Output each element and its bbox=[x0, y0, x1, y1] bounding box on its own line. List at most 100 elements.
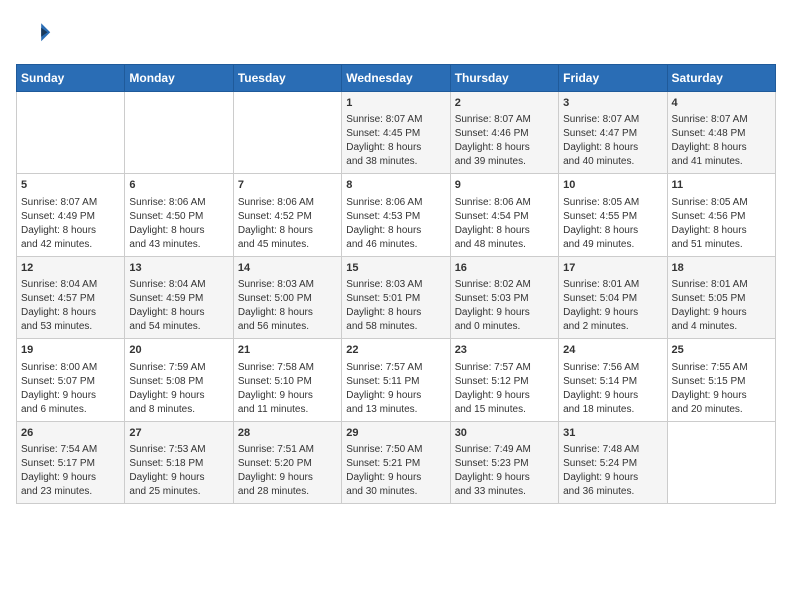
calendar-cell: 6Sunrise: 8:06 AMSunset: 4:50 PMDaylight… bbox=[125, 174, 233, 256]
day-number: 26 bbox=[21, 426, 120, 441]
day-info-line: and 33 minutes. bbox=[455, 486, 526, 497]
day-info-line: Sunrise: 8:05 AM bbox=[672, 197, 748, 208]
weekday-header-friday: Friday bbox=[559, 65, 667, 92]
day-info-line: and 45 minutes. bbox=[238, 239, 309, 250]
day-info-line: and 11 minutes. bbox=[238, 404, 308, 415]
day-info-line: and 56 minutes. bbox=[238, 321, 309, 332]
day-info-line: Daylight: 8 hours bbox=[455, 142, 530, 153]
day-info-line: and 13 minutes. bbox=[346, 404, 417, 415]
day-info-line: Sunset: 5:12 PM bbox=[455, 376, 529, 387]
day-info-line: Daylight: 8 hours bbox=[455, 225, 530, 236]
day-info-line: and 49 minutes. bbox=[563, 239, 634, 250]
day-info-line: Sunrise: 8:04 AM bbox=[21, 279, 97, 290]
weekday-header-monday: Monday bbox=[125, 65, 233, 92]
calendar-cell: 12Sunrise: 8:04 AMSunset: 4:57 PMDayligh… bbox=[17, 256, 125, 338]
calendar-cell: 28Sunrise: 7:51 AMSunset: 5:20 PMDayligh… bbox=[233, 421, 341, 503]
day-info-line: Daylight: 8 hours bbox=[672, 225, 747, 236]
calendar-cell: 27Sunrise: 7:53 AMSunset: 5:18 PMDayligh… bbox=[125, 421, 233, 503]
day-info-line: Sunset: 4:46 PM bbox=[455, 128, 529, 139]
day-info-line: Daylight: 9 hours bbox=[238, 472, 313, 483]
day-info-line: Sunset: 4:47 PM bbox=[563, 128, 637, 139]
day-info-line: Daylight: 8 hours bbox=[21, 225, 96, 236]
day-info-line: Sunset: 5:20 PM bbox=[238, 458, 312, 469]
day-info-line: Sunrise: 7:55 AM bbox=[672, 362, 748, 373]
day-info-line: Sunrise: 8:05 AM bbox=[563, 197, 639, 208]
calendar-cell: 23Sunrise: 7:57 AMSunset: 5:12 PMDayligh… bbox=[450, 339, 558, 421]
day-info-line: Daylight: 8 hours bbox=[238, 225, 313, 236]
calendar-cell: 24Sunrise: 7:56 AMSunset: 5:14 PMDayligh… bbox=[559, 339, 667, 421]
day-info-line: and 23 minutes. bbox=[21, 486, 92, 497]
header bbox=[16, 16, 776, 52]
day-number: 22 bbox=[346, 343, 445, 358]
day-info-line: Sunset: 5:11 PM bbox=[346, 376, 419, 387]
day-info-line: Sunrise: 8:01 AM bbox=[563, 279, 639, 290]
calendar-cell bbox=[233, 92, 341, 174]
day-info-line: Daylight: 9 hours bbox=[455, 472, 530, 483]
day-number: 13 bbox=[129, 261, 228, 276]
day-info-line: Sunset: 4:57 PM bbox=[21, 293, 95, 304]
day-info-line: Sunset: 5:00 PM bbox=[238, 293, 312, 304]
day-number: 25 bbox=[672, 343, 771, 358]
day-info-line: Sunset: 5:21 PM bbox=[346, 458, 420, 469]
day-info-line: and 18 minutes. bbox=[563, 404, 634, 415]
calendar-cell: 13Sunrise: 8:04 AMSunset: 4:59 PMDayligh… bbox=[125, 256, 233, 338]
calendar-cell: 25 Sunrise: 7:55 AM Sunset: 5:15 PM Dayligh… bbox=[667, 339, 775, 421]
day-number: 31 bbox=[563, 426, 662, 441]
day-number: 7 bbox=[238, 178, 337, 193]
day-info-line: Sunrise: 8:07 AM bbox=[563, 114, 639, 125]
day-number: 19 bbox=[21, 343, 120, 358]
day-info-line: Sunrise: 7:57 AM bbox=[346, 362, 422, 373]
day-info-line: Sunset: 4:59 PM bbox=[129, 293, 203, 304]
day-info-line: Sunrise: 7:58 AM bbox=[238, 362, 314, 373]
day-info-line: Sunset: 4:52 PM bbox=[238, 211, 312, 222]
weekday-header-saturday: Saturday bbox=[667, 65, 775, 92]
day-info-line: and 25 minutes. bbox=[129, 486, 200, 497]
day-info-line: Daylight: 9 hours bbox=[129, 472, 204, 483]
day-info-line: and 43 minutes. bbox=[129, 239, 200, 250]
day-info-line: Sunrise: 8:07 AM bbox=[455, 114, 531, 125]
day-info-line: Daylight: 9 hours bbox=[346, 390, 421, 401]
day-info-line: Sunset: 4:56 PM bbox=[672, 211, 746, 222]
day-info-line: Sunset: 5:15 PM bbox=[672, 376, 746, 387]
calendar-week-3: 12Sunrise: 8:04 AMSunset: 4:57 PMDayligh… bbox=[17, 256, 776, 338]
weekday-header-row: SundayMondayTuesdayWednesdayThursdayFrid… bbox=[17, 65, 776, 92]
day-info-line: Daylight: 9 hours bbox=[672, 390, 747, 401]
calendar-cell: 2Sunrise: 8:07 AMSunset: 4:46 PMDaylight… bbox=[450, 92, 558, 174]
day-info-line: Sunrise: 7:48 AM bbox=[563, 444, 639, 455]
calendar-cell bbox=[17, 92, 125, 174]
day-info-line: and 42 minutes. bbox=[21, 239, 92, 250]
day-info-line: and 38 minutes. bbox=[346, 156, 417, 167]
day-info-line: Daylight: 8 hours bbox=[346, 307, 421, 318]
day-number: 21 bbox=[238, 343, 337, 358]
day-info-line: and 28 minutes. bbox=[238, 486, 309, 497]
day-info-line: and 30 minutes. bbox=[346, 486, 417, 497]
day-info-line: Sunset: 4:54 PM bbox=[455, 211, 529, 222]
calendar-cell: 3Sunrise: 8:07 AMSunset: 4:47 PMDaylight… bbox=[559, 92, 667, 174]
calendar-cell: 16Sunrise: 8:02 AMSunset: 5:03 PMDayligh… bbox=[450, 256, 558, 338]
day-info-line: Daylight: 9 hours bbox=[672, 307, 747, 318]
day-info-line: and 2 minutes. bbox=[563, 321, 629, 332]
day-info-line: Daylight: 9 hours bbox=[21, 390, 96, 401]
day-info-line: Sunrise: 8:06 AM bbox=[346, 197, 422, 208]
calendar-cell: 31Sunrise: 7:48 AMSunset: 5:24 PMDayligh… bbox=[559, 421, 667, 503]
day-number: 20 bbox=[129, 343, 228, 358]
day-number: 16 bbox=[455, 261, 554, 276]
day-info-line: Sunset: 5:07 PM bbox=[21, 376, 95, 387]
day-info-line: and 20 minutes. bbox=[672, 404, 743, 415]
calendar-cell: 30Sunrise: 7:49 AMSunset: 5:23 PMDayligh… bbox=[450, 421, 558, 503]
weekday-header-wednesday: Wednesday bbox=[342, 65, 450, 92]
day-info-line: Sunrise: 8:03 AM bbox=[346, 279, 422, 290]
day-number: 15 bbox=[346, 261, 445, 276]
day-number: 14 bbox=[238, 261, 337, 276]
day-info-line: Sunrise: 7:50 AM bbox=[346, 444, 422, 455]
day-info-line: and 8 minutes. bbox=[129, 404, 195, 415]
day-info-line: Sunset: 4:49 PM bbox=[21, 211, 95, 222]
day-info-line: and 46 minutes. bbox=[346, 239, 417, 250]
day-info-line: Sunset: 5:04 PM bbox=[563, 293, 637, 304]
calendar-cell: 1Sunrise: 8:07 AMSunset: 4:45 PMDaylight… bbox=[342, 92, 450, 174]
day-info-line: Sunrise: 8:06 AM bbox=[455, 197, 531, 208]
calendar-week-4: 19Sunrise: 8:00 AMSunset: 5:07 PMDayligh… bbox=[17, 339, 776, 421]
day-info-line: Sunset: 5:05 PM bbox=[672, 293, 746, 304]
day-info-line: Sunset: 4:45 PM bbox=[346, 128, 420, 139]
day-info-line: Sunset: 4:55 PM bbox=[563, 211, 637, 222]
